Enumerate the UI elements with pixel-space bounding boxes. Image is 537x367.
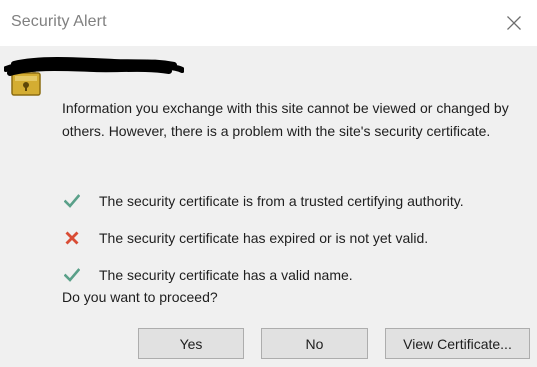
- check-item-trusted-authority: The security certificate is from a trust…: [62, 182, 532, 219]
- title-bar: Security Alert: [0, 0, 537, 46]
- window-title: Security Alert: [11, 13, 107, 30]
- green-check-icon: [64, 193, 80, 208]
- certificate-check-list: The security certificate is from a trust…: [62, 182, 532, 293]
- proceed-question: Do you want to proceed?: [62, 289, 218, 305]
- close-icon: [507, 16, 521, 30]
- lock-icon-area: [3, 54, 185, 100]
- check-text: The security certificate is from a trust…: [99, 192, 464, 209]
- no-button[interactable]: No: [261, 328, 368, 359]
- check-text: The security certificate has expired or …: [99, 229, 429, 246]
- red-x-icon: [65, 231, 79, 244]
- security-alert-dialog: Security Alert Information you exchange …: [0, 0, 537, 367]
- check-text: The security certificate has a valid nam…: [99, 266, 353, 283]
- check-item-expired: The security certificate has expired or …: [62, 219, 532, 256]
- padlock-icon: [3, 57, 185, 96]
- view-certificate-button[interactable]: View Certificate...: [385, 328, 530, 359]
- green-check-icon: [64, 267, 80, 282]
- alert-message: Information you exchange with this site …: [62, 100, 509, 139]
- check-item-valid-name: The security certificate has a valid nam…: [62, 256, 532, 293]
- yes-button[interactable]: Yes: [138, 328, 244, 359]
- close-button[interactable]: [491, 0, 537, 46]
